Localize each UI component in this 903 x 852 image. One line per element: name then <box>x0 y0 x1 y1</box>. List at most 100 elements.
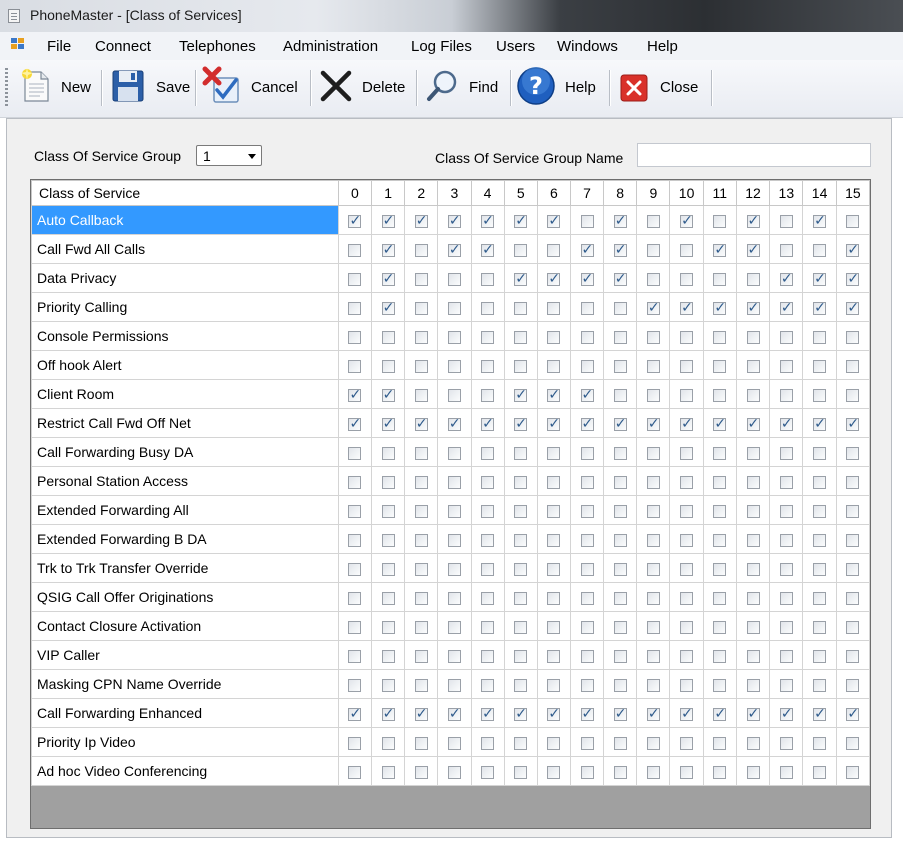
checkbox-col-14[interactable] <box>813 562 827 576</box>
checkbox-col-6[interactable] <box>547 705 561 723</box>
checkbox-col-13[interactable] <box>779 678 793 692</box>
checkbox-col-7[interactable] <box>580 270 594 288</box>
checkbox-col-9[interactable] <box>646 533 660 547</box>
checkbox-col-6[interactable] <box>547 243 561 257</box>
table-row[interactable]: QSIG Call Offer Originations <box>31 582 870 612</box>
checkbox-col-12[interactable] <box>746 533 760 547</box>
checkbox-col-10[interactable] <box>680 243 694 257</box>
checkbox-col-15[interactable] <box>846 415 860 433</box>
checkbox-col-11[interactable] <box>713 299 727 317</box>
checkbox-col-2[interactable] <box>414 705 428 723</box>
checkbox-col-0[interactable] <box>348 330 362 344</box>
header-col-13[interactable]: 13 <box>769 180 804 206</box>
checkbox-col-13[interactable] <box>779 330 793 344</box>
table-row[interactable]: Priority Calling <box>31 292 870 322</box>
header-class-of-service[interactable]: Class of Service <box>31 180 339 206</box>
checkbox-col-0[interactable] <box>348 736 362 750</box>
checkbox-col-3[interactable] <box>447 301 461 315</box>
checkbox-col-13[interactable] <box>779 591 793 605</box>
table-row[interactable]: Ad hoc Video Conferencing <box>31 756 870 786</box>
checkbox-col-3[interactable] <box>447 212 461 230</box>
checkbox-col-15[interactable] <box>846 705 860 723</box>
checkbox-col-12[interactable] <box>746 212 760 230</box>
checkbox-col-4[interactable] <box>481 562 495 576</box>
header-col-12[interactable]: 12 <box>735 180 771 206</box>
checkbox-col-2[interactable] <box>414 765 428 779</box>
table-row[interactable]: Call Forwarding Busy DA <box>31 437 870 467</box>
checkbox-col-6[interactable] <box>547 562 561 576</box>
checkbox-col-0[interactable] <box>348 591 362 605</box>
header-col-2[interactable]: 2 <box>404 180 439 206</box>
checkbox-col-13[interactable] <box>779 736 793 750</box>
checkbox-col-7[interactable] <box>580 504 594 518</box>
checkbox-col-4[interactable] <box>481 212 495 230</box>
checkbox-col-9[interactable] <box>646 562 660 576</box>
checkbox-col-2[interactable] <box>414 272 428 286</box>
checkbox-col-8[interactable] <box>613 562 627 576</box>
row-name-cell[interactable]: Console Permissions <box>31 321 339 351</box>
menu-file[interactable]: File <box>47 38 71 55</box>
checkbox-col-1[interactable] <box>381 330 395 344</box>
checkbox-col-6[interactable] <box>547 301 561 315</box>
checkbox-col-10[interactable] <box>680 533 694 547</box>
checkbox-col-9[interactable] <box>646 446 660 460</box>
menu-connect[interactable]: Connect <box>95 38 151 55</box>
checkbox-col-11[interactable] <box>713 388 727 402</box>
header-col-14[interactable]: 14 <box>802 180 837 206</box>
checkbox-col-3[interactable] <box>447 736 461 750</box>
delete-button[interactable]: Delete <box>316 64 412 112</box>
checkbox-col-11[interactable] <box>713 620 727 634</box>
checkbox-col-12[interactable] <box>746 678 760 692</box>
checkbox-col-2[interactable] <box>414 388 428 402</box>
table-row[interactable]: VIP Caller <box>31 640 870 670</box>
checkbox-col-0[interactable] <box>348 475 362 489</box>
checkbox-col-10[interactable] <box>680 272 694 286</box>
checkbox-col-11[interactable] <box>713 765 727 779</box>
checkbox-col-0[interactable] <box>348 301 362 315</box>
row-name-cell[interactable]: Ad hoc Video Conferencing <box>31 756 339 786</box>
checkbox-col-1[interactable] <box>381 446 395 460</box>
checkbox-col-15[interactable] <box>846 359 860 373</box>
row-name-cell[interactable]: Extended Forwarding B DA <box>31 524 339 554</box>
checkbox-col-12[interactable] <box>746 736 760 750</box>
checkbox-col-9[interactable] <box>646 705 660 723</box>
checkbox-col-5[interactable] <box>514 765 528 779</box>
checkbox-col-7[interactable] <box>580 620 594 634</box>
checkbox-col-1[interactable] <box>381 504 395 518</box>
checkbox-col-8[interactable] <box>613 446 627 460</box>
row-name-cell[interactable]: Personal Station Access <box>31 466 339 496</box>
checkbox-col-12[interactable] <box>746 241 760 259</box>
checkbox-col-4[interactable] <box>481 359 495 373</box>
checkbox-col-14[interactable] <box>813 591 827 605</box>
checkbox-col-3[interactable] <box>447 388 461 402</box>
checkbox-col-8[interactable] <box>613 475 627 489</box>
checkbox-col-3[interactable] <box>447 533 461 547</box>
checkbox-col-5[interactable] <box>514 330 528 344</box>
help-button[interactable]: ? Help <box>515 64 605 112</box>
table-row[interactable]: Extended Forwarding B DA <box>31 524 870 554</box>
checkbox-col-10[interactable] <box>680 649 694 663</box>
checkbox-col-10[interactable] <box>680 212 694 230</box>
checkbox-col-9[interactable] <box>646 591 660 605</box>
checkbox-col-2[interactable] <box>414 212 428 230</box>
checkbox-col-4[interactable] <box>481 330 495 344</box>
checkbox-col-8[interactable] <box>613 212 627 230</box>
checkbox-col-1[interactable] <box>381 765 395 779</box>
checkbox-col-6[interactable] <box>547 736 561 750</box>
checkbox-col-1[interactable] <box>381 736 395 750</box>
checkbox-col-4[interactable] <box>481 620 495 634</box>
checkbox-col-9[interactable] <box>646 765 660 779</box>
checkbox-col-6[interactable] <box>547 330 561 344</box>
checkbox-col-5[interactable] <box>514 678 528 692</box>
checkbox-col-1[interactable] <box>381 562 395 576</box>
checkbox-col-4[interactable] <box>481 388 495 402</box>
checkbox-col-10[interactable] <box>680 562 694 576</box>
checkbox-col-7[interactable] <box>580 415 594 433</box>
checkbox-col-13[interactable] <box>779 765 793 779</box>
table-row[interactable]: Call Fwd All Calls <box>31 234 870 264</box>
checkbox-col-6[interactable] <box>547 475 561 489</box>
checkbox-col-9[interactable] <box>646 504 660 518</box>
checkbox-col-8[interactable] <box>613 620 627 634</box>
checkbox-col-13[interactable] <box>779 415 793 433</box>
checkbox-col-8[interactable] <box>613 736 627 750</box>
